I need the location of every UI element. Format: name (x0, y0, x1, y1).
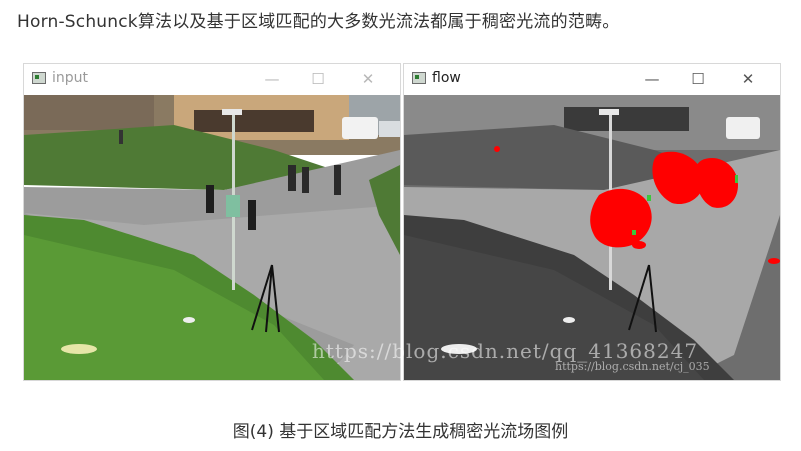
flow-window: flow — ☐ ✕ (403, 63, 781, 381)
figure-caption: 图(4) 基于区域匹配方法生成稠密光流场图例 (232, 422, 569, 442)
input-window-title: input (52, 70, 89, 86)
intro-paragraph: Horn-Schunck算法以及基于区域匹配的大多数光流法都属于稠密光流的范畴。 (17, 12, 620, 32)
maximize-button[interactable]: ☐ (688, 70, 708, 88)
input-scene-image (24, 95, 400, 380)
input-window-titlebar[interactable]: input — ☐ ✕ (24, 64, 400, 94)
maximize-button[interactable]: ☐ (308, 70, 328, 88)
flow-scene-image (404, 95, 780, 380)
minimize-button[interactable]: — (262, 70, 282, 88)
flow-window-title: flow (432, 70, 461, 86)
input-video-frame (24, 95, 400, 380)
close-button[interactable]: ✕ (738, 70, 758, 88)
app-window-icon (412, 72, 426, 84)
csdn-watermark-small: https://blog.csdn.net/cj_035 (555, 360, 710, 373)
input-window: input — ☐ ✕ (23, 63, 401, 381)
flow-window-titlebar[interactable]: flow — ☐ ✕ (404, 64, 780, 94)
minimize-button[interactable]: — (642, 70, 662, 88)
close-button[interactable]: ✕ (358, 70, 378, 88)
flow-video-frame (404, 95, 780, 380)
app-window-icon (32, 72, 46, 84)
